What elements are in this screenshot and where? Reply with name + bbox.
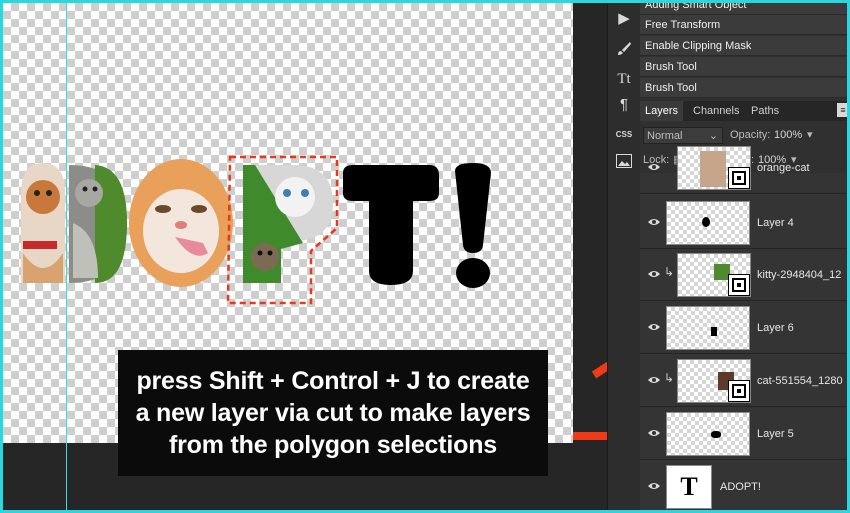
history-item[interactable]: Adding Smart Object [640, 3, 847, 15]
tools-strip: ▶ Tt ¶ CSS [607, 3, 640, 510]
text-layer-thumbnail: T [666, 465, 712, 509]
layer-thumbnail [677, 359, 751, 403]
layer-thumbnail [666, 412, 750, 456]
layer-name: ADOPT! [720, 481, 761, 493]
vertical-guide[interactable] [66, 3, 67, 510]
tab-paths[interactable]: Paths [751, 101, 779, 121]
image-icon[interactable] [612, 149, 636, 173]
clipping-mask-icon: ↳ [664, 371, 675, 385]
layer-thumbnail [666, 201, 750, 245]
blend-mode-value: Normal [647, 130, 683, 142]
caption-line-3: from the polygon selections [169, 431, 497, 459]
smart-object-badge [728, 274, 750, 296]
layers-list: orange-cat Layer 4 ↳ kitty-2948404_12 La… [640, 146, 847, 510]
layer-thumbnail [677, 146, 751, 190]
smart-object-badge [728, 167, 750, 189]
caption-line-1: press Shift + Control + J to create [136, 367, 530, 395]
opacity-dropdown-icon[interactable]: ▾ [807, 128, 813, 141]
visibility-eye-icon[interactable] [647, 267, 661, 281]
history-item[interactable]: Brush Tool [640, 57, 847, 77]
layer-name: Layer 6 [757, 322, 794, 334]
smart-object-badge [728, 380, 750, 402]
tab-channels[interactable]: Channels [693, 101, 739, 121]
play-icon[interactable]: ▶ [612, 7, 636, 31]
caption-line-2: a new layer via cut to make layers [135, 399, 531, 427]
right-panel: Adding Smart Object Free Transform Enabl… [640, 3, 847, 510]
visibility-eye-icon[interactable] [647, 320, 661, 334]
layer-row-adopt-text[interactable]: T ADOPT! [640, 461, 847, 510]
layer-name: Layer 5 [757, 428, 794, 440]
layer-thumbnail [666, 306, 750, 350]
type-layer-icon: T [680, 472, 698, 501]
layer-name: kitty-2948404_12 [757, 269, 842, 281]
brush-icon[interactable] [612, 37, 636, 61]
type-tool-icon[interactable]: Tt [612, 67, 636, 91]
visibility-eye-icon[interactable] [647, 160, 661, 174]
layer-row-layer-5[interactable]: Layer 5 [640, 408, 847, 460]
opacity-label: Opacity: [730, 129, 771, 141]
opacity-value[interactable]: 100% [774, 129, 802, 141]
history-item[interactable]: Free Transform [640, 15, 847, 35]
visibility-eye-icon[interactable] [647, 215, 661, 229]
css-icon[interactable]: CSS [612, 123, 636, 147]
clipping-mask-icon: ↳ [664, 265, 675, 279]
layer-name: Layer 4 [757, 217, 794, 229]
tab-layers[interactable]: Layers [640, 101, 684, 121]
instruction-caption: press Shift + Control + J to create a ne… [118, 350, 548, 476]
visibility-eye-icon[interactable] [647, 479, 661, 493]
layer-row-kitty[interactable]: ↳ kitty-2948404_12 [640, 249, 847, 301]
visibility-eye-icon[interactable] [647, 373, 661, 387]
app-window: press Shift + Control + J to create a ne… [0, 0, 850, 513]
visibility-eye-icon[interactable] [647, 426, 661, 440]
layer-row-layer-4[interactable]: Layer 4 [640, 197, 847, 249]
panel-menu-icon[interactable]: ≡ [837, 103, 847, 117]
layer-name: orange-cat [757, 162, 810, 174]
panel-tabs: Layers Channels Paths ≡ [640, 101, 847, 121]
history-item[interactable]: Enable Clipping Mask [640, 36, 847, 56]
layer-thumbnail [677, 253, 751, 297]
layer-row-orange-cat[interactable]: orange-cat [640, 142, 847, 194]
layer-name: cat-551554_1280 [757, 375, 843, 387]
layer-row-cat[interactable]: ↳ cat-551554_1280 [640, 355, 847, 407]
history-item[interactable]: Brush Tool [640, 78, 847, 98]
layer-row-layer-6[interactable]: Layer 6 [640, 302, 847, 354]
paragraph-icon[interactable]: ¶ [612, 93, 636, 117]
